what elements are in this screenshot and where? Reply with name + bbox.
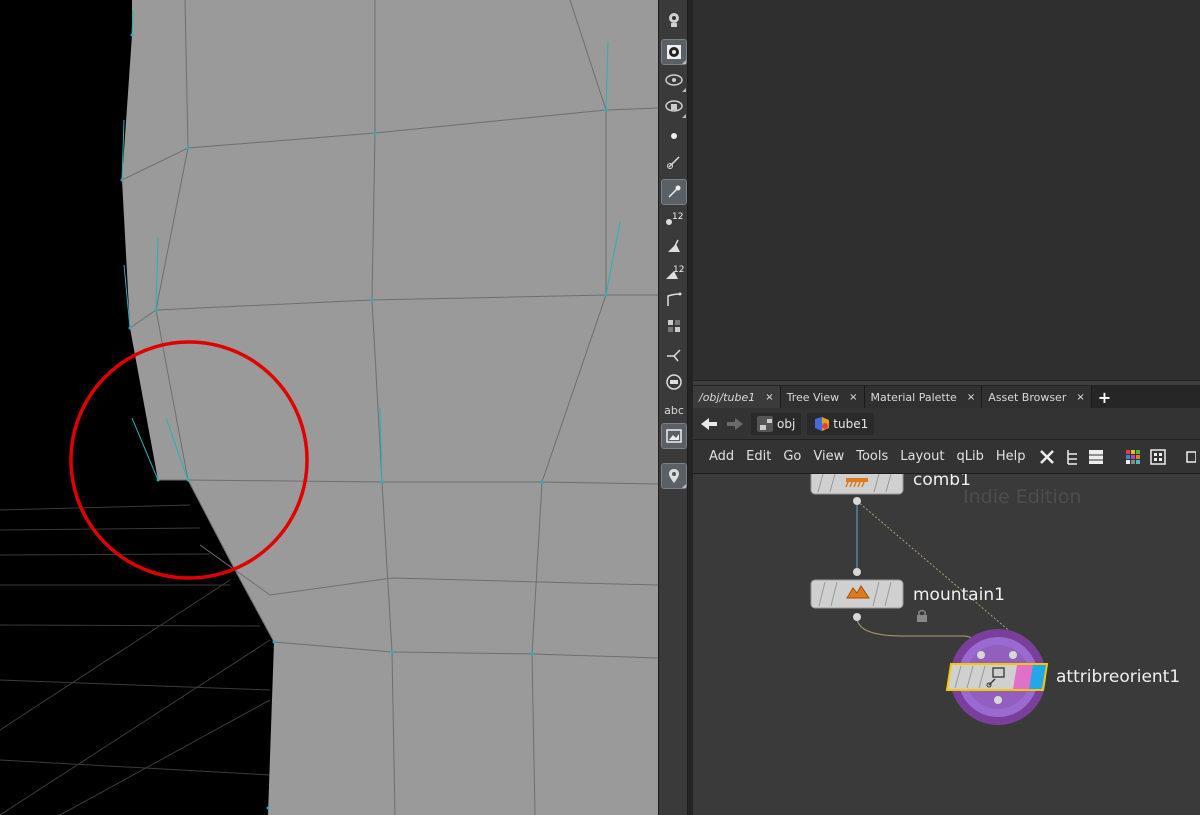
label-text-icon[interactable]: abc <box>662 398 686 422</box>
viewport-canvas[interactable] <box>0 0 658 815</box>
viewport-toolbar: 12 12 abc <box>658 0 688 815</box>
location-pin-icon[interactable] <box>661 463 687 489</box>
node-label-comb1: comb1 <box>913 474 971 490</box>
breadcrumb-label: tube1 <box>833 416 869 431</box>
tab-asset-browser[interactable]: Asset Browser × <box>982 386 1092 408</box>
lock-icon <box>917 609 927 622</box>
display-eye-icon[interactable] <box>662 94 686 118</box>
point-count-badge: 12 <box>672 212 683 222</box>
tab-material-palette[interactable]: Material Palette × <box>864 386 983 408</box>
network-graph <box>810 474 1049 725</box>
breadcrumb-obj[interactable]: obj <box>751 412 802 435</box>
tab-close-button[interactable]: × <box>765 392 773 403</box>
node-shapes-icon[interactable] <box>1148 447 1167 467</box>
background-image-icon[interactable] <box>661 423 687 449</box>
menu-add[interactable]: Add <box>703 449 740 464</box>
node-label-mountain1: mountain1 <box>913 585 1005 605</box>
mesh-surface[interactable] <box>122 0 658 815</box>
primitive-count-badge: 12 <box>673 265 684 275</box>
tab-label: Material Palette <box>870 390 957 404</box>
vertex-normals-icon[interactable] <box>661 179 687 205</box>
primitive-numbers-icon[interactable]: 12 <box>662 260 686 284</box>
node-mountain1[interactable] <box>810 568 927 622</box>
breadcrumb-label: obj <box>777 416 796 431</box>
menu-qlib[interactable]: qLib <box>950 449 989 464</box>
object-network-icon <box>757 415 773 432</box>
point-numbers-icon[interactable]: 12 <box>662 206 686 230</box>
tab-close-button[interactable]: × <box>849 392 857 403</box>
tab-label: /obj/tube1 <box>699 390 756 404</box>
tab-network[interactable]: /obj/tube1 × <box>693 386 781 408</box>
ghost-visibility-icon[interactable] <box>662 68 686 92</box>
hull-curve-icon[interactable] <box>662 288 686 312</box>
arrow-left-icon <box>701 417 717 430</box>
tree-layout-icon[interactable] <box>1062 447 1081 467</box>
tab-close-button[interactable]: × <box>1076 392 1084 403</box>
wrench-icon[interactable] <box>1037 447 1056 467</box>
node-attribreorient1[interactable] <box>945 629 1049 725</box>
primitive-normals-icon[interactable] <box>662 234 686 258</box>
forward-button[interactable] <box>725 414 745 434</box>
breadcrumb-tube1[interactable]: tube1 <box>807 412 875 435</box>
tab-close-button[interactable]: × <box>967 392 975 403</box>
uv-grid-icon[interactable] <box>662 314 686 338</box>
node-comb1[interactable] <box>810 474 904 505</box>
camera-icon[interactable] <box>662 8 686 32</box>
point-dot-icon[interactable] <box>662 124 686 148</box>
point-normals-icon[interactable] <box>662 150 686 174</box>
menu-edit[interactable]: Edit <box>740 449 777 464</box>
back-button[interactable] <box>699 414 719 434</box>
tab-label: Asset Browser <box>988 390 1067 404</box>
display-options-icon[interactable] <box>661 39 687 65</box>
geometry-object-icon <box>815 416 830 431</box>
background-toggle-icon[interactable] <box>662 370 686 394</box>
houdini-window: 12 12 abc /obj/tube1 × Tree View × Mater… <box>0 0 1200 815</box>
tab-label: Tree View <box>786 390 840 404</box>
menu-view[interactable]: View <box>807 449 850 464</box>
add-tab-button[interactable]: + <box>1092 386 1117 408</box>
list-view-icon[interactable] <box>1087 447 1106 467</box>
network-menu-bar: Add Edit Go View Tools Layout qLib Help <box>693 440 1200 474</box>
tab-tree-view[interactable]: Tree View × <box>780 386 865 408</box>
node-label-attribreorient1: attribreorient1 <box>1056 667 1181 687</box>
menu-help[interactable]: Help <box>990 449 1032 464</box>
upper-pane <box>693 0 1200 380</box>
path-bar: obj tube1 <box>693 408 1200 440</box>
snap-point-icon[interactable] <box>662 342 686 366</box>
menu-tools[interactable]: Tools <box>850 449 894 464</box>
color-palette-icon[interactable] <box>1124 447 1143 467</box>
scene-viewport[interactable] <box>0 0 658 815</box>
pane-tab-bar: /obj/tube1 × Tree View × Material Palett… <box>693 386 1200 408</box>
abc-label: abc <box>664 403 684 417</box>
network-editor[interactable]: Indie Edition comb1 mountain1 attribreor… <box>693 474 1200 815</box>
menu-layout[interactable]: Layout <box>894 449 950 464</box>
wire-dotted-reference <box>856 500 1014 635</box>
arrow-right-icon <box>727 417 743 430</box>
overflow-icon[interactable] <box>1181 447 1200 467</box>
menu-go[interactable]: Go <box>777 449 807 464</box>
